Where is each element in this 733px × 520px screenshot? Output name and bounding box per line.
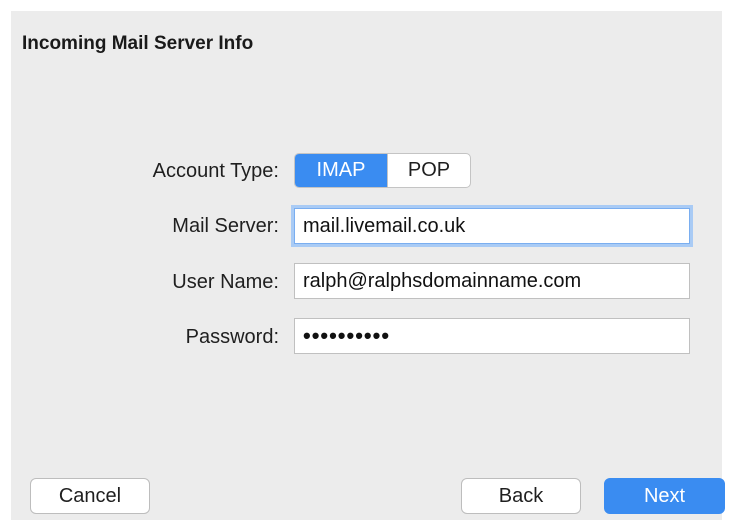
mail-server-input[interactable] bbox=[294, 208, 690, 244]
password-input[interactable] bbox=[294, 318, 690, 354]
account-type-pop-option[interactable]: POP bbox=[387, 154, 470, 187]
cancel-button[interactable]: Cancel bbox=[30, 478, 150, 514]
user-name-label: User Name: bbox=[172, 271, 279, 293]
mail-server-label: Mail Server: bbox=[172, 215, 279, 237]
account-type-segmented-control: IMAP POP bbox=[294, 153, 471, 188]
user-name-input[interactable] bbox=[294, 263, 690, 299]
next-button[interactable]: Next bbox=[604, 478, 725, 514]
account-type-imap-option[interactable]: IMAP bbox=[295, 154, 387, 187]
dialog-title: Incoming Mail Server Info bbox=[22, 33, 254, 54]
back-button[interactable]: Back bbox=[461, 478, 581, 514]
password-label: Password: bbox=[185, 326, 279, 348]
account-type-label: Account Type: bbox=[152, 160, 279, 182]
